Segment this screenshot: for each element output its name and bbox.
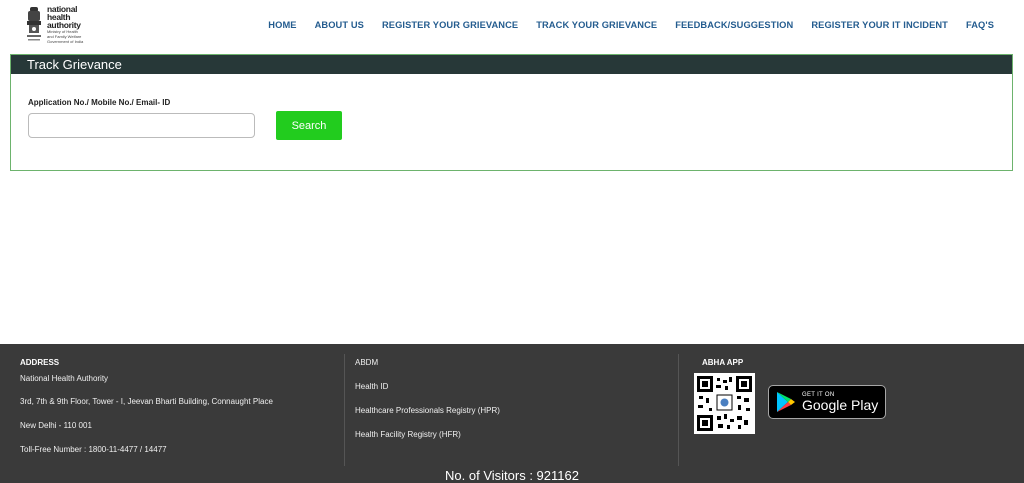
address-tollfree: Toll-Free Number : 1800-11-4477 / 14477 [20, 445, 167, 454]
google-play-icon [777, 392, 795, 412]
site-header: national health authority Ministry of He… [0, 0, 1024, 52]
address-line-1: National Health Authority [20, 374, 109, 383]
nav-register-it-incident[interactable]: REGISTER YOUR IT INCIDENT [811, 20, 948, 30]
abha-app-qr-code [694, 373, 755, 434]
nav-faqs[interactable]: FAQ'S [966, 20, 994, 30]
footer-link-hpr[interactable]: Healthcare Professionals Registry (HPR) [355, 406, 500, 415]
footer-divider [344, 354, 345, 466]
visitor-count: No. of Visitors : 921162 [445, 468, 579, 483]
footer-link-hfr[interactable]: Health Facility Registry (HFR) [355, 430, 500, 439]
national-emblem-icon [24, 5, 44, 43]
track-grievance-panel: Track Grievance Application No./ Mobile … [10, 54, 1013, 171]
nav-home[interactable]: HOME [268, 20, 296, 30]
nha-logo[interactable]: national health authority Ministry of He… [24, 5, 86, 45]
footer-link-abdm[interactable]: ABDM [355, 358, 500, 367]
search-input[interactable] [28, 113, 255, 138]
gplay-big-text: Google Play [802, 396, 879, 413]
panel-title: Track Grievance [11, 55, 1012, 74]
search-button[interactable]: Search [276, 111, 342, 140]
main-nav: HOME ABOUT US REGISTER YOUR GRIEVANCE TR… [250, 20, 994, 30]
footer-links: ABDM Health ID Healthcare Professionals … [355, 358, 500, 454]
nav-about-us[interactable]: ABOUT US [315, 20, 364, 30]
footer-link-health-id[interactable]: Health ID [355, 382, 500, 391]
footer-address: ADDRESS National Health Authority 3rd, 7… [20, 358, 273, 469]
nav-register-grievance[interactable]: REGISTER YOUR GRIEVANCE [382, 20, 518, 30]
google-play-badge[interactable]: GET IT ON Google Play [768, 385, 886, 419]
address-line-3: New Delhi - 110 001 [20, 421, 92, 430]
nav-track-grievance[interactable]: TRACK YOUR GRIEVANCE [536, 20, 657, 30]
abha-app-title: ABHA APP [702, 358, 744, 367]
address-line-2: 3rd, 7th & 9th Floor, Tower - I, Jeevan … [20, 397, 273, 406]
search-field-label: Application No./ Mobile No./ Email- ID [28, 98, 171, 107]
logo-line-3: authority [47, 20, 81, 30]
address-title: ADDRESS [20, 358, 60, 367]
footer-divider [678, 354, 679, 466]
logo-sub-3: Government of India [47, 39, 84, 44]
nav-feedback[interactable]: FEEDBACK/SUGGESTION [675, 20, 793, 30]
